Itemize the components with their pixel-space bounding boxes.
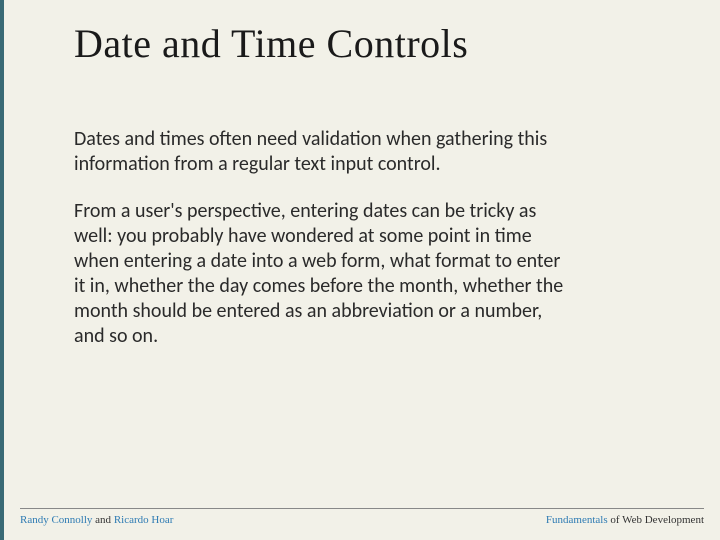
- footer-right: Fundamentals of Web Development: [546, 514, 704, 526]
- author-link-2[interactable]: Ricardo Hoar: [114, 514, 174, 526]
- author-link-1[interactable]: Randy Connolly: [20, 514, 92, 526]
- footer-and: and: [92, 514, 113, 526]
- book-link[interactable]: Fundamentals: [546, 514, 608, 526]
- slide-title: Date and Time Controls: [74, 20, 660, 67]
- footer-rest: of Web Development: [608, 514, 704, 526]
- slide: Date and Time Controls Dates and times o…: [4, 0, 720, 540]
- paragraph-1: Dates and times often need validation wh…: [74, 127, 574, 177]
- footer-left: Randy Connolly and Ricardo Hoar: [20, 514, 173, 526]
- slide-footer: Randy Connolly and Ricardo Hoar Fundamen…: [20, 508, 704, 526]
- paragraph-2: From a user's perspective, entering date…: [74, 199, 574, 349]
- slide-body: Dates and times often need validation wh…: [74, 127, 660, 349]
